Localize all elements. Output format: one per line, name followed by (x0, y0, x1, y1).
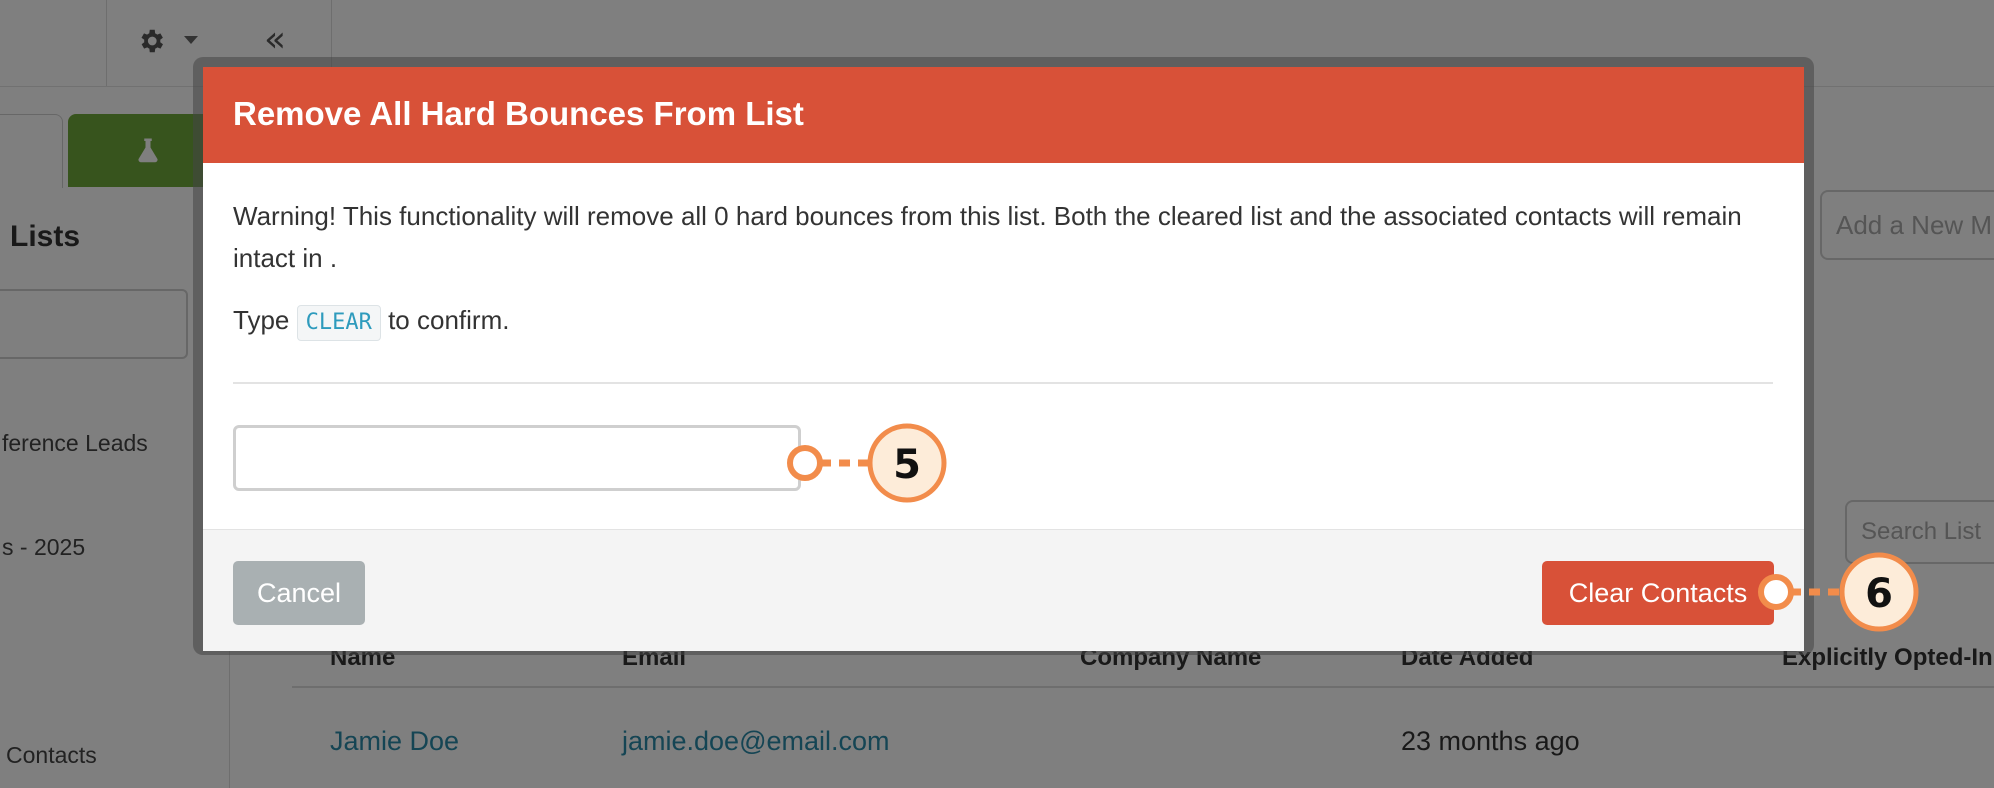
modal-footer: Cancel Clear Contacts (203, 529, 1804, 651)
divider (233, 382, 1773, 384)
confirm-instruction: Type CLEAR to confirm. (233, 300, 509, 341)
confirm-input[interactable] (233, 425, 801, 491)
confirm-code: CLEAR (296, 305, 381, 341)
instruction-suffix: to confirm. (388, 305, 510, 335)
modal-title: Remove All Hard Bounces From List (233, 95, 804, 132)
modal-header: Remove All Hard Bounces From List (203, 67, 1804, 163)
remove-hard-bounces-dialog: Remove All Hard Bounces From List Warnin… (203, 67, 1804, 651)
clear-contacts-button[interactable]: Clear Contacts (1542, 561, 1774, 625)
warning-text: Warning! This functionality will remove … (233, 201, 1742, 273)
instruction-prefix: Type (233, 305, 290, 335)
cancel-button[interactable]: Cancel (233, 561, 365, 625)
